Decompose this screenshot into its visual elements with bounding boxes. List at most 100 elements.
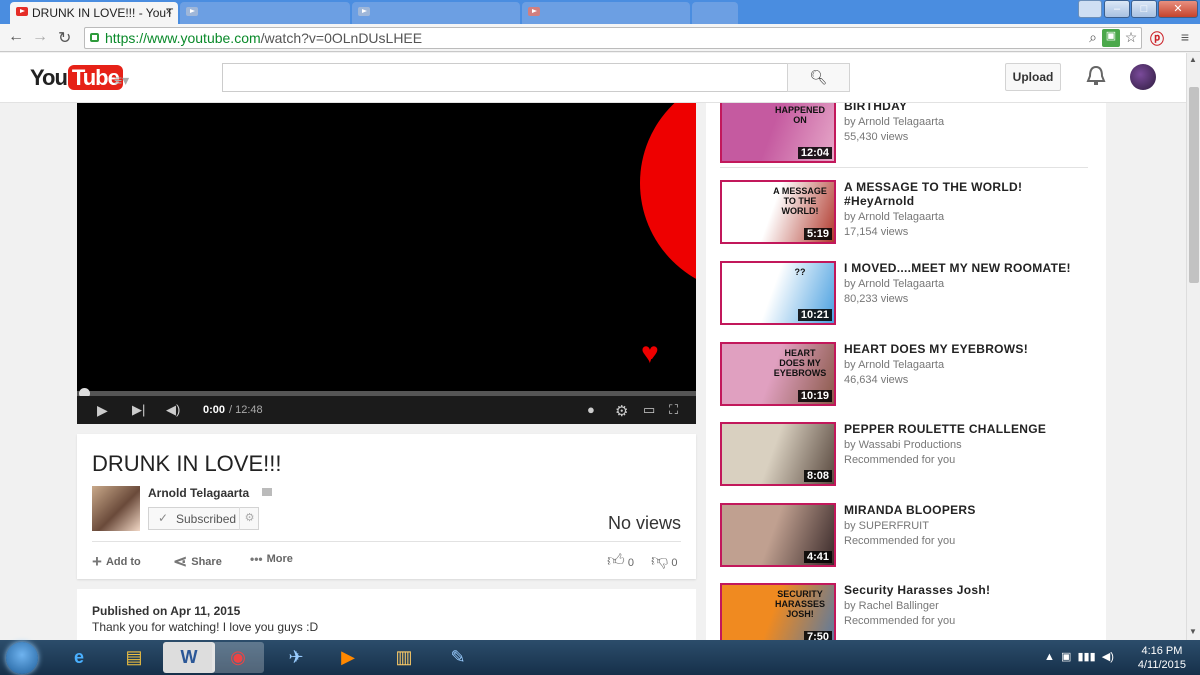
- related-video-title[interactable]: Security Harasses Josh!: [844, 583, 1094, 597]
- more-button[interactable]: ••• More: [250, 552, 293, 566]
- video-thumbnail[interactable]: 8:08: [720, 422, 836, 486]
- account-avatar[interactable]: [1130, 64, 1156, 90]
- new-tab-button[interactable]: [692, 2, 738, 24]
- app-icon[interactable]: ✈: [270, 642, 322, 673]
- paint-icon[interactable]: ✎: [432, 642, 484, 673]
- add-to-button[interactable]: + Add to: [92, 552, 141, 572]
- related-video-channel: by SUPERFRUIT: [844, 520, 929, 532]
- forward-arrow-icon[interactable]: →: [32, 28, 48, 46]
- video-thumbnail[interactable]: 4:41: [720, 503, 836, 567]
- related-video-title[interactable]: I MOVED....MEET MY NEW ROOMATE!: [844, 261, 1094, 275]
- like-button[interactable]: 👍︎ 0: [607, 550, 634, 571]
- system-tray[interactable]: ▲ ▣ ▮▮▮ ◀): [1044, 650, 1114, 663]
- pinterest-icon[interactable]: ⓟ: [1148, 29, 1166, 47]
- related-video-channel: by Arnold Telagaarta: [844, 278, 945, 290]
- related-video-meta: Recommended for you: [844, 615, 956, 627]
- theater-mode-icon[interactable]: ▭: [643, 402, 655, 418]
- word-icon[interactable]: W: [163, 642, 215, 673]
- media-player-icon[interactable]: ▶: [322, 642, 374, 673]
- guide-menu-icon[interactable]: ≡▾: [114, 72, 136, 88]
- extension-icon[interactable]: ▣: [1102, 29, 1120, 47]
- address-bar[interactable]: https://www.youtube.com/watch?v=0OLnDUsL…: [84, 27, 1142, 49]
- related-video-item[interactable]: 8:08 PEPPER ROULETTE CHALLENGE by Wassabi …: [720, 422, 1100, 492]
- settings-gear-icon[interactable]: ⚙: [615, 402, 628, 420]
- related-video-item[interactable]: HAPPENED ON 12:04 BIRTHDAY by Arnold Telaga…: [720, 103, 1100, 169]
- related-video-title[interactable]: BIRTHDAY: [844, 103, 1094, 113]
- back-arrow-icon[interactable]: ←: [8, 28, 24, 46]
- related-video-title[interactable]: HEART DOES MY EYEBROWS!: [844, 342, 1094, 356]
- chrome-menu-icon[interactable]: ≡: [1176, 29, 1194, 47]
- bookmark-star-icon[interactable]: ☆: [1122, 29, 1140, 47]
- watch-later-icon[interactable]: ●: [587, 402, 595, 417]
- related-video-item[interactable]: ?? 10:21 I MOVED....MEET MY NEW ROOMATE! by…: [720, 261, 1100, 331]
- maximize-button[interactable]: □: [1131, 0, 1157, 18]
- search-input[interactable]: [222, 63, 788, 92]
- tab-background[interactable]: [180, 2, 350, 24]
- window-close-button[interactable]: ✕: [1158, 0, 1198, 18]
- related-video-meta: 55,430 views: [844, 131, 909, 143]
- page-scrollbar[interactable]: ▲ ▼: [1186, 53, 1200, 640]
- scrollbar-thumb[interactable]: [1189, 87, 1199, 283]
- system-clock[interactable]: 4:16 PM 4/11/2015: [1138, 644, 1186, 672]
- fullscreen-icon[interactable]: ⛶: [669, 402, 678, 418]
- subscribed-label: Subscribed: [176, 512, 237, 526]
- thumbnail-caption: ??: [794, 267, 806, 277]
- related-video-item[interactable]: HEART DOES MY EYEBROWS 10:19 HEART DOES MY…: [720, 342, 1100, 412]
- related-video-title[interactable]: PEPPER ROULETTE CHALLENGE: [844, 422, 1094, 436]
- video-thumbnail[interactable]: HAPPENED ON 12:04: [720, 103, 836, 163]
- notifications-bell-icon[interactable]: [1086, 65, 1106, 87]
- play-icon[interactable]: ▶: [97, 402, 108, 419]
- thumbnail-caption: HAPPENED ON: [774, 105, 825, 125]
- video-player[interactable]: ♥ A.T. ▶ ▶| ◀) 0:00 / 12:48 ● ⚙ ▭ ⛶: [77, 103, 696, 424]
- dislike-count: 0: [671, 557, 678, 569]
- clock-date: 4/11/2015: [1137, 659, 1186, 671]
- description-text: Thank you for watching! I love you guys …: [92, 620, 319, 634]
- scroll-up-icon[interactable]: ▲: [1189, 55, 1197, 64]
- start-button-icon[interactable]: [6, 642, 38, 674]
- published-date: Published on Apr 11, 2015: [92, 604, 241, 618]
- channel-name[interactable]: Arnold Telagaarta: [148, 486, 249, 500]
- video-thumbnail[interactable]: A MESSAGE TO THE WORLD! 5:19: [720, 180, 836, 244]
- subscription-settings-icon[interactable]: ⚙: [239, 507, 259, 530]
- video-thumbnail[interactable]: ?? 10:21: [720, 261, 836, 325]
- tab-active[interactable]: DRUNK IN LOVE!!! - YouT ×: [10, 2, 178, 24]
- related-video-channel: by Rachel Ballinger: [844, 600, 939, 612]
- related-video-title[interactable]: A MESSAGE TO THE WORLD! #HeyArnold: [844, 180, 1094, 208]
- chrome-user-icon[interactable]: [1078, 0, 1102, 18]
- internet-explorer-icon[interactable]: e: [53, 642, 105, 673]
- video-title: DRUNK IN LOVE!!!: [92, 451, 282, 476]
- tab-favicon-icon: [186, 7, 198, 16]
- more-label: More: [266, 552, 293, 565]
- watermark-text: A.T.: [649, 358, 664, 367]
- youtube-logo[interactable]: You Tube: [30, 65, 123, 91]
- file-explorer-icon[interactable]: ▤: [108, 642, 160, 673]
- tab-close-icon[interactable]: ×: [166, 6, 172, 18]
- upload-button[interactable]: Upload: [1005, 63, 1061, 91]
- scroll-down-icon[interactable]: ▼: [1189, 627, 1197, 636]
- tab-background[interactable]: [352, 2, 520, 24]
- volume-icon[interactable]: ◀): [166, 402, 180, 418]
- time-total: / 12:48: [229, 404, 263, 416]
- related-video-item[interactable]: A MESSAGE TO THE WORLD! 5:19 A MESSAGE TO …: [720, 180, 1100, 250]
- search-button[interactable]: 🔍︎: [787, 63, 850, 92]
- next-icon[interactable]: ▶|: [132, 402, 145, 418]
- reload-icon[interactable]: ↻: [58, 28, 71, 48]
- tab-favicon-icon: [528, 7, 540, 16]
- tab-background[interactable]: [522, 2, 690, 24]
- video-duration: 5:19: [803, 228, 832, 240]
- channel-avatar[interactable]: [92, 486, 140, 531]
- dislike-button[interactable]: 👎︎ 0: [651, 550, 677, 571]
- related-video-item[interactable]: 4:41 MIRANDA BLOOPERS by SUPERFRUIT Recomme…: [720, 503, 1100, 573]
- folder-icon[interactable]: ▥: [378, 642, 430, 673]
- zoom-icon[interactable]: ⌕: [1084, 29, 1102, 47]
- related-video-meta: Recommended for you: [844, 535, 956, 547]
- share-button[interactable]: ⋖ Share: [173, 552, 222, 572]
- video-thumbnail[interactable]: HEART DOES MY EYEBROWS 10:19: [720, 342, 836, 406]
- video-thumbnail[interactable]: SECURITY HARASSES JOSH! 7:50: [720, 583, 836, 640]
- related-video-title[interactable]: MIRANDA BLOOPERS: [844, 503, 1094, 517]
- minimize-button[interactable]: –: [1104, 0, 1130, 18]
- related-video-item[interactable]: SECURITY HARASSES JOSH! 7:50 Security Hara…: [720, 583, 1100, 640]
- ssl-lock-icon: [90, 33, 99, 42]
- chrome-taskbar-icon[interactable]: ◉: [212, 642, 264, 673]
- tab-favicon-icon: [358, 7, 370, 16]
